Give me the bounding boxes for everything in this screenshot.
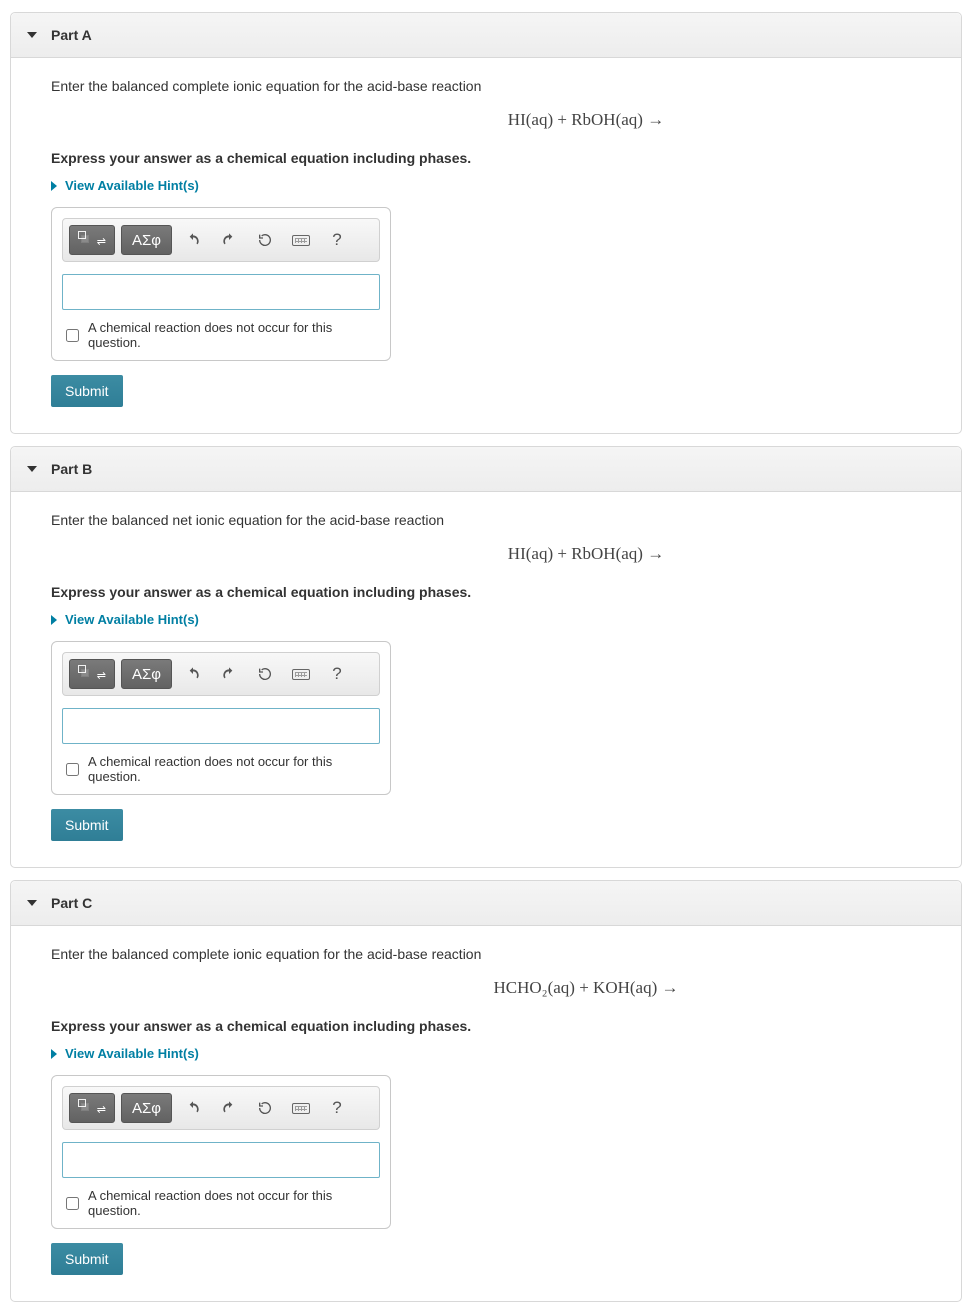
caret-right-icon bbox=[51, 181, 57, 191]
template-icon: ⇌ bbox=[78, 665, 106, 683]
part-body: Enter the balanced net ionic equation fo… bbox=[11, 492, 961, 867]
part-title: Part C bbox=[51, 895, 92, 911]
hints-label: View Available Hint(s) bbox=[65, 612, 199, 627]
instruction-text: Express your answer as a chemical equati… bbox=[51, 1018, 921, 1034]
equation-toolbar: ⇌ ΑΣφ ? bbox=[62, 1086, 380, 1130]
answer-input[interactable] bbox=[62, 274, 380, 310]
greek-symbols-button[interactable]: ΑΣφ bbox=[121, 659, 172, 689]
no-reaction-checkbox[interactable] bbox=[66, 1197, 79, 1210]
prompt-text: Enter the balanced complete ionic equati… bbox=[51, 946, 921, 962]
redo-icon bbox=[221, 666, 237, 682]
submit-button[interactable]: Submit bbox=[51, 1243, 123, 1275]
caret-right-icon bbox=[51, 615, 57, 625]
reset-icon bbox=[257, 232, 273, 248]
hints-label: View Available Hint(s) bbox=[65, 178, 199, 193]
redo-button[interactable] bbox=[214, 225, 244, 255]
hints-label: View Available Hint(s) bbox=[65, 1046, 199, 1061]
prompt-text: Enter the balanced complete ionic equati… bbox=[51, 78, 921, 94]
undo-button[interactable] bbox=[178, 1093, 208, 1123]
greek-symbols-button[interactable]: ΑΣφ bbox=[121, 1093, 172, 1123]
no-reaction-row[interactable]: A chemical reaction does not occur for t… bbox=[62, 1188, 380, 1218]
reset-button[interactable] bbox=[250, 659, 280, 689]
answer-box: ⇌ ΑΣφ ? A bbox=[51, 641, 391, 795]
no-reaction-checkbox[interactable] bbox=[66, 763, 79, 776]
part-body: Enter the balanced complete ionic equati… bbox=[11, 926, 961, 1301]
view-hints-link[interactable]: View Available Hint(s) bbox=[51, 612, 921, 627]
instruction-text: Express your answer as a chemical equati… bbox=[51, 584, 921, 600]
redo-icon bbox=[221, 1100, 237, 1116]
template-icon: ⇌ bbox=[78, 231, 106, 249]
keyboard-icon bbox=[292, 669, 310, 680]
caret-right-icon bbox=[51, 1049, 57, 1059]
reset-icon bbox=[257, 1100, 273, 1116]
equation-toolbar: ⇌ ΑΣφ ? bbox=[62, 652, 380, 696]
undo-button[interactable] bbox=[178, 225, 208, 255]
reset-button[interactable] bbox=[250, 225, 280, 255]
help-button[interactable]: ? bbox=[322, 1093, 352, 1123]
view-hints-link[interactable]: View Available Hint(s) bbox=[51, 1046, 921, 1061]
part-title: Part A bbox=[51, 27, 92, 43]
greek-symbols-button[interactable]: ΑΣφ bbox=[121, 225, 172, 255]
keyboard-button[interactable] bbox=[286, 225, 316, 255]
part-header-c[interactable]: Part C bbox=[11, 881, 961, 926]
part-b: Part B Enter the balanced net ionic equa… bbox=[10, 446, 962, 868]
answer-input[interactable] bbox=[62, 708, 380, 744]
undo-icon bbox=[185, 1100, 201, 1116]
part-a: Part A Enter the balanced complete ionic… bbox=[10, 12, 962, 434]
template-button[interactable]: ⇌ bbox=[69, 225, 115, 255]
keyboard-icon bbox=[292, 1103, 310, 1114]
keyboard-icon bbox=[292, 235, 310, 246]
view-hints-link[interactable]: View Available Hint(s) bbox=[51, 178, 921, 193]
no-reaction-row[interactable]: A chemical reaction does not occur for t… bbox=[62, 320, 380, 350]
reset-button[interactable] bbox=[250, 1093, 280, 1123]
chevron-down-icon bbox=[27, 466, 37, 472]
undo-button[interactable] bbox=[178, 659, 208, 689]
keyboard-button[interactable] bbox=[286, 659, 316, 689]
equation-display: HI(aq) + RbOH(aq) → bbox=[51, 110, 921, 130]
redo-button[interactable] bbox=[214, 1093, 244, 1123]
redo-icon bbox=[221, 232, 237, 248]
equation-display: HCHO₂(aq) + KOH(aq) → bbox=[51, 978, 921, 998]
part-title: Part B bbox=[51, 461, 92, 477]
no-reaction-row[interactable]: A chemical reaction does not occur for t… bbox=[62, 754, 380, 784]
submit-button[interactable]: Submit bbox=[51, 809, 123, 841]
no-reaction-checkbox[interactable] bbox=[66, 329, 79, 342]
answer-input[interactable] bbox=[62, 1142, 380, 1178]
help-button[interactable]: ? bbox=[322, 659, 352, 689]
instruction-text: Express your answer as a chemical equati… bbox=[51, 150, 921, 166]
part-header-b[interactable]: Part B bbox=[11, 447, 961, 492]
reset-icon bbox=[257, 666, 273, 682]
template-button[interactable]: ⇌ bbox=[69, 1093, 115, 1123]
chevron-down-icon bbox=[27, 900, 37, 906]
no-reaction-label: A chemical reaction does not occur for t… bbox=[88, 1188, 380, 1218]
answer-box: ⇌ ΑΣφ ? A bbox=[51, 1075, 391, 1229]
answer-box: ⇌ ΑΣφ ? A bbox=[51, 207, 391, 361]
chevron-down-icon bbox=[27, 32, 37, 38]
undo-icon bbox=[185, 666, 201, 682]
template-icon: ⇌ bbox=[78, 1099, 106, 1117]
part-c: Part C Enter the balanced complete ionic… bbox=[10, 880, 962, 1302]
no-reaction-label: A chemical reaction does not occur for t… bbox=[88, 754, 380, 784]
equation-toolbar: ⇌ ΑΣφ ? bbox=[62, 218, 380, 262]
equation-display: HI(aq) + RbOH(aq) → bbox=[51, 544, 921, 564]
redo-button[interactable] bbox=[214, 659, 244, 689]
part-header-a[interactable]: Part A bbox=[11, 13, 961, 58]
undo-icon bbox=[185, 232, 201, 248]
help-button[interactable]: ? bbox=[322, 225, 352, 255]
prompt-text: Enter the balanced net ionic equation fo… bbox=[51, 512, 921, 528]
submit-button[interactable]: Submit bbox=[51, 375, 123, 407]
part-body: Enter the balanced complete ionic equati… bbox=[11, 58, 961, 433]
no-reaction-label: A chemical reaction does not occur for t… bbox=[88, 320, 380, 350]
keyboard-button[interactable] bbox=[286, 1093, 316, 1123]
template-button[interactable]: ⇌ bbox=[69, 659, 115, 689]
